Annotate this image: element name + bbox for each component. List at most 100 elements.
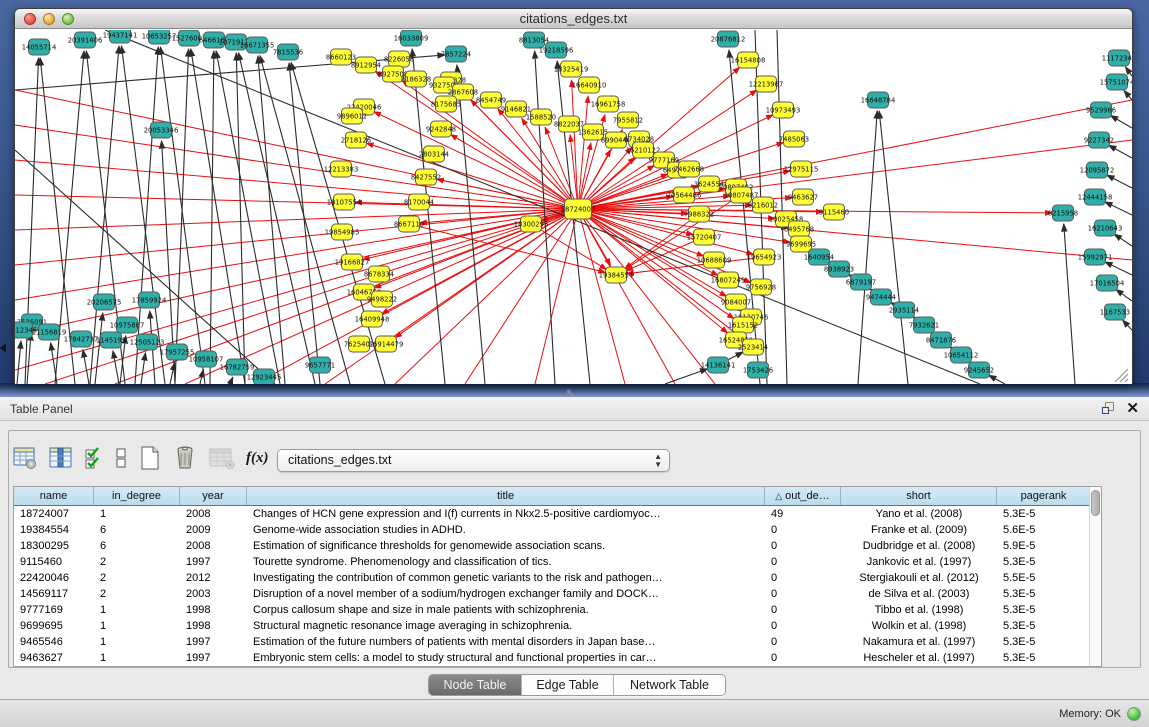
- column-header-out_de[interactable]: △out_de…: [765, 487, 841, 505]
- graph-node-yellow[interactable]: [416, 169, 437, 185]
- graph-node-yellow[interactable]: [346, 132, 367, 148]
- graph-node-teal[interactable]: [446, 46, 467, 62]
- graph-node-teal[interactable]: [247, 37, 268, 53]
- graph-node-teal[interactable]: [871, 289, 892, 305]
- scrollbar-thumb[interactable]: [1091, 490, 1100, 516]
- graph-node-teal[interactable]: [1095, 220, 1116, 236]
- graph-node-yellow[interactable]: [559, 116, 580, 132]
- check-columns-icon[interactable]: [84, 445, 104, 471]
- graph-node-teal[interactable]: [1097, 275, 1118, 291]
- graph-node-yellow[interactable]: [689, 206, 710, 222]
- graph-node-yellow[interactable]: [424, 146, 445, 162]
- graph-node-yellow[interactable]: [409, 194, 430, 210]
- table-row[interactable]: 946554611997Estimation of the future num…: [14, 634, 1101, 650]
- graph-node-yellow[interactable]: [521, 216, 542, 232]
- graph-node-teal[interactable]: [1089, 132, 1110, 148]
- graph-node-yellow[interactable]: [565, 199, 592, 219]
- graph-node-teal[interactable]: [1087, 162, 1108, 178]
- graph-node-yellow[interactable]: [383, 66, 404, 82]
- graph-node-yellow[interactable]: [342, 108, 363, 124]
- graph-node-teal[interactable]: [75, 32, 96, 48]
- graph-node-teal[interactable]: [29, 39, 50, 55]
- tab-edge-table[interactable]: Edge Table: [521, 675, 613, 695]
- graph-node-yellow[interactable]: [376, 336, 397, 352]
- window-titlebar[interactable]: citations_edges.txt: [15, 9, 1132, 29]
- graph-node-teal[interactable]: [708, 357, 729, 373]
- graph-node-teal[interactable]: [226, 34, 247, 50]
- graph-node-teal[interactable]: [894, 302, 915, 318]
- select-columns-icon[interactable]: [48, 445, 74, 471]
- network-canvas[interactable]: 1872400718300295224200469896012271812612…: [15, 30, 1132, 384]
- column-header-pagerank[interactable]: pagerank: [997, 487, 1091, 505]
- graph-node-yellow[interactable]: [506, 101, 527, 117]
- table-row[interactable]: 2242004622012Investigating the contribut…: [14, 570, 1101, 586]
- graph-node-teal[interactable]: [829, 261, 850, 277]
- graph-node-yellow[interactable]: [598, 96, 619, 112]
- graph-node-teal[interactable]: [39, 324, 60, 340]
- table-row[interactable]: 1938455462009Genome-wide association stu…: [14, 522, 1101, 538]
- graph-node-yellow[interactable]: [406, 71, 427, 87]
- graph-node-yellow[interactable]: [583, 124, 604, 140]
- hidden-panel-arrow-icon[interactable]: [0, 343, 6, 353]
- close-window-icon[interactable]: [24, 13, 36, 25]
- graph-node-teal[interactable]: [524, 32, 545, 48]
- graph-node-yellow[interactable]: [342, 254, 363, 270]
- create-table-icon[interactable]: [138, 445, 162, 471]
- graph-node-yellow[interactable]: [756, 76, 777, 92]
- graph-node-teal[interactable]: [310, 357, 331, 373]
- graph-node-yellow[interactable]: [369, 266, 390, 282]
- graph-node-yellow[interactable]: [731, 187, 752, 203]
- graph-node-teal[interactable]: [227, 359, 248, 375]
- graph-node-teal[interactable]: [1105, 304, 1126, 320]
- graph-node-yellow[interactable]: [704, 252, 725, 268]
- graph-node-yellow[interactable]: [753, 197, 774, 213]
- column-header-year[interactable]: year: [180, 487, 247, 505]
- graph-node-yellow[interactable]: [372, 291, 393, 307]
- graph-node-teal[interactable]: [914, 317, 935, 333]
- graph-node-teal[interactable]: [101, 332, 122, 348]
- table-row[interactable]: 1456911722003Disruption of a novel membe…: [14, 586, 1101, 602]
- graph-node-teal[interactable]: [15, 322, 33, 338]
- graph-node-teal[interactable]: [167, 344, 188, 360]
- graph-node-yellow[interactable]: [733, 317, 754, 333]
- graph-node-teal[interactable]: [204, 32, 225, 48]
- graph-node-teal[interactable]: [196, 351, 217, 367]
- graph-node-yellow[interactable]: [362, 311, 383, 327]
- graph-node-teal[interactable]: [1085, 189, 1106, 205]
- graph-node-yellow[interactable]: [789, 221, 810, 237]
- table-row[interactable]: 1830029562008Estimation of significance …: [14, 538, 1101, 554]
- graph-node-yellow[interactable]: [434, 77, 455, 93]
- graph-node-yellow[interactable]: [531, 109, 552, 125]
- function-builder-icon[interactable]: f(x): [246, 450, 269, 467]
- panel-splitter[interactable]: [0, 383, 1149, 397]
- graph-node-teal[interactable]: [718, 31, 739, 47]
- graph-node-teal[interactable]: [1091, 102, 1112, 118]
- graph-node-teal[interactable]: [278, 44, 299, 60]
- graph-node-teal[interactable]: [401, 30, 422, 46]
- graph-node-yellow[interactable]: [633, 142, 654, 158]
- graph-node-yellow[interactable]: [606, 132, 627, 148]
- delete-table-icon[interactable]: [172, 445, 198, 471]
- graph-node-teal[interactable]: [110, 30, 131, 43]
- table-row[interactable]: 1872400712008Changes of HCN gene express…: [14, 506, 1101, 522]
- table-select-dropdown[interactable]: citations_edges.txt ▲▼: [277, 449, 670, 472]
- table-row[interactable]: 946362711997Embryonic stem cells: a mode…: [14, 650, 1101, 666]
- graph-node-teal[interactable]: [94, 294, 115, 310]
- graph-node-teal[interactable]: [179, 30, 200, 46]
- graph-node-yellow[interactable]: [332, 224, 353, 240]
- graph-node-yellow[interactable]: [793, 189, 814, 205]
- close-panel-icon[interactable]: ✕: [1126, 399, 1139, 417]
- graph-node-yellow[interactable]: [784, 131, 805, 147]
- graph-node-yellow[interactable]: [561, 61, 582, 77]
- graph-node-teal[interactable]: [809, 249, 830, 265]
- graph-node-yellow[interactable]: [334, 194, 355, 210]
- graph-node-teal[interactable]: [254, 369, 275, 384]
- graph-node-teal[interactable]: [851, 274, 872, 290]
- graph-node-teal[interactable]: [151, 122, 172, 138]
- minimize-window-icon[interactable]: [43, 13, 55, 25]
- graph-node-teal[interactable]: [951, 347, 972, 363]
- graph-node-yellow[interactable]: [431, 121, 452, 137]
- graph-node-yellow[interactable]: [331, 161, 352, 177]
- graph-node-teal[interactable]: [71, 331, 92, 347]
- column-header-name[interactable]: name: [14, 487, 94, 505]
